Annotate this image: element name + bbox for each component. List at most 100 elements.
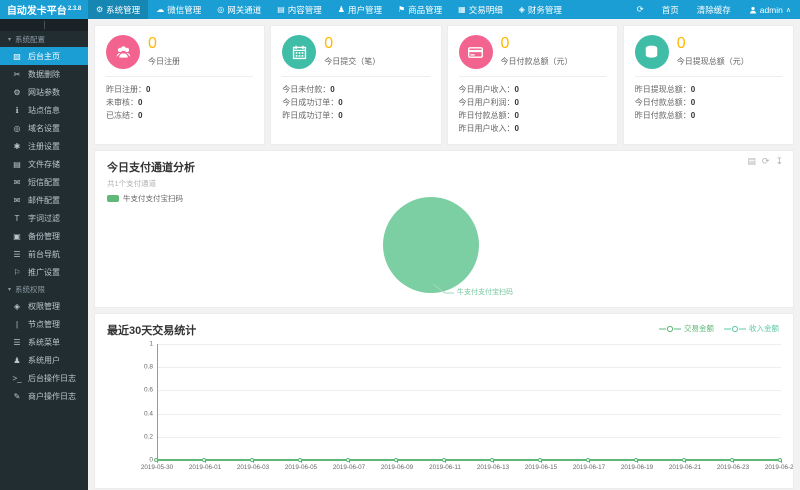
gridline <box>157 436 781 438</box>
app-brand[interactable]: 自动发卡平台2.3.8 <box>0 2 88 17</box>
data-point[interactable] <box>250 458 254 462</box>
card-stat-row: 昨日付款总额：0 <box>634 111 696 120</box>
legend-marker-icon <box>724 325 746 332</box>
clear-cache-link[interactable]: 清除缓存 <box>688 4 740 16</box>
mail-icon: ✉ <box>13 195 21 205</box>
card-stat-row: 昨日用户收入：0 <box>458 124 519 133</box>
sidebar-section-1[interactable]: ▾ 系统配置 <box>0 31 88 47</box>
card-label: 今日付款总额（元） <box>500 57 573 66</box>
pie-panel: 今日支付通道分析 共1个支付通道 牛支付支付宝扫码 ▤ ⟳ ↧ 牛支付支付宝扫码 <box>94 150 794 308</box>
sidebar-item-1-5[interactable]: ◎ 域名设置 <box>0 119 88 137</box>
nav-menu-icon: ☰ <box>13 249 21 259</box>
card-stat-row: 今日成功订单：0 <box>282 98 343 107</box>
stat-cards: 0 今日注册 昨日注册：0 未审核：0 已冻结：0 0 今日提交（笔） 今日未付款：0 今日成功… <box>94 25 794 145</box>
sidebar-section-2[interactable]: ▾ 系统权限 <box>0 281 88 297</box>
home-link[interactable]: 首页 <box>653 4 688 16</box>
top-menu-item-4[interactable]: ▤ 内容管理 <box>269 0 330 19</box>
x-axis-label: 2019-06-25 <box>764 464 794 471</box>
data-point[interactable] <box>346 458 350 462</box>
data-point[interactable] <box>586 458 590 462</box>
sidebar-item-1-13[interactable]: ⚐ 推广设置 <box>0 263 88 281</box>
system-users-icon: ♟ <box>13 355 21 365</box>
sidebar-item-label: 注册设置 <box>28 141 60 151</box>
sidebar-item-2-5[interactable]: >_ 后台操作日志 <box>0 369 88 387</box>
legend-item-1[interactable]: 交易金额 <box>659 323 714 334</box>
data-point[interactable] <box>634 458 638 462</box>
user-icon <box>749 6 756 13</box>
stat-card-1: 0 今日注册 昨日注册：0 未审核：0 已冻结：0 <box>94 25 266 145</box>
domain-icon: ◎ <box>13 123 21 133</box>
user-menu[interactable]: admin ∧ <box>740 5 800 15</box>
sidebar-item-1-6[interactable]: ✱ 注册设置 <box>0 137 88 155</box>
users-icon <box>106 35 140 69</box>
data-point[interactable] <box>778 458 782 462</box>
sidebar-item-1-9[interactable]: ✉ 邮件配置 <box>0 191 88 209</box>
app-title: 自动发卡平台 <box>6 6 67 17</box>
data-point[interactable] <box>538 458 542 462</box>
top-menu: ⚙ 系统管理 ☁ 微信管理 ◎ 网关通道 ▤ 内容管理 ♟ 用户管理 ⚑ 商品管理 ▦ 交易明细 ◈ 财务管理 <box>88 0 570 19</box>
top-menu-item-2[interactable]: ☁ 微信管理 <box>148 0 209 19</box>
legend-item-2[interactable]: 收入金额 <box>724 323 779 334</box>
sidebar-item-label: 备份管理 <box>28 231 60 241</box>
data-view-icon[interactable]: ▤ <box>747 156 756 167</box>
sidebar-item-1-4[interactable]: ℹ 站点信息 <box>0 101 88 119</box>
sidebar-item-label: 网站参数 <box>28 87 60 97</box>
sidebar-item-1-7[interactable]: ▤ 文件存储 <box>0 155 88 173</box>
card-value: 0 <box>324 35 334 52</box>
data-point[interactable] <box>730 458 734 462</box>
data-point[interactable] <box>682 458 686 462</box>
sidebar-item-1-11[interactable]: ▣ 备份管理 <box>0 227 88 245</box>
data-point[interactable] <box>394 458 398 462</box>
card-stat-row: 今日未付款：0 <box>282 85 335 94</box>
stat-card-2: 0 今日提交（笔） 今日未付款：0 今日成功订单：0 昨日成功订单：0 <box>270 25 442 145</box>
sidebar-item-1-2[interactable]: ✂ 数据删除 <box>0 65 88 83</box>
sidebar-item-label: 数据删除 <box>28 69 60 79</box>
calendar-icon <box>282 35 317 69</box>
data-point[interactable] <box>490 458 494 462</box>
data-point[interactable] <box>298 458 302 462</box>
sidebar-item-2-4[interactable]: ♟ 系统用户 <box>0 351 88 369</box>
pie-panel-subtitle: 共1个支付通道 <box>107 179 157 188</box>
top-menu-item-7[interactable]: ▦ 交易明细 <box>450 0 511 19</box>
data-point[interactable] <box>154 458 158 462</box>
sidebar-item-2-1[interactable]: ◈ 权限管理 <box>0 297 88 315</box>
sidebar-item-2-3[interactable]: ☰ 系统菜单 <box>0 333 88 351</box>
legend-swatch <box>107 195 119 202</box>
card-stat-row: 昨日付款总额：0 <box>458 111 519 120</box>
card-stat-row: 昨日成功订单：0 <box>282 111 343 120</box>
storage-icon: ▤ <box>13 159 21 169</box>
refresh-icon[interactable]: ⟳ <box>628 4 653 15</box>
top-menu-label: 商品管理 <box>408 4 443 15</box>
y-axis-label: 0.2 <box>143 433 153 441</box>
sidebar-item-2-6[interactable]: ✎ 商户操作日志 <box>0 387 88 405</box>
top-menu-item-3[interactable]: ◎ 网关通道 <box>209 0 269 19</box>
top-menu-item-6[interactable]: ⚑ 商品管理 <box>390 0 450 19</box>
wechat-icon: ☁ <box>156 5 165 14</box>
top-menu-item-5[interactable]: ♟ 用户管理 <box>330 0 390 19</box>
card-value: 0 <box>676 35 686 52</box>
sidebar-item-1-12[interactable]: ☰ 前台导航 <box>0 245 88 263</box>
sidebar-item-2-2[interactable]: | 节点管理 <box>0 315 88 333</box>
sidebar-item-1-3[interactable]: ⚙ 网站参数 <box>0 83 88 101</box>
top-menu-label: 系统管理 <box>106 4 141 15</box>
app-version: 2.3.8 <box>67 5 82 12</box>
data-point[interactable] <box>442 458 446 462</box>
content-icon: ▤ <box>277 5 285 14</box>
main-content: 0 今日注册 昨日注册：0 未审核：0 已冻结：0 0 今日提交（笔） 今日未付款：0 今日成功… <box>88 19 800 490</box>
line-chart-plot: 1 0.8 0.6 0.4 0.2 0 2019-05-30 2019-06-01 2019-0… <box>141 341 793 472</box>
line-chart-panel: 最近30天交易统计 交易金额 收入金额 1 0.8 0.6 0.4 0.2 0 2019-05… <box>94 313 794 489</box>
data-point[interactable] <box>202 458 206 462</box>
pie-slice[interactable] <box>383 197 479 293</box>
top-menu-item-8[interactable]: ◈ 财务管理 <box>511 0 570 19</box>
save-image-icon[interactable]: ↧ <box>775 156 783 167</box>
sidebar-item-1-10[interactable]: T 字词过滤 <box>0 209 88 227</box>
gridline <box>157 390 781 392</box>
pie-slice-callout: 牛支付支付宝扫码 <box>431 283 513 297</box>
sidebar-item-1-1[interactable]: ▧ 后台主页 <box>0 47 88 65</box>
sidebar-item-1-8[interactable]: ✉ 短信配置 <box>0 173 88 191</box>
dashboard-icon: ▧ <box>13 51 21 61</box>
sidebar-collapse-handle[interactable] <box>0 19 88 31</box>
gear-icon: ⚙ <box>96 5 104 14</box>
restore-icon[interactable]: ⟳ <box>762 156 770 167</box>
top-menu-item-1[interactable]: ⚙ 系统管理 <box>88 0 149 19</box>
